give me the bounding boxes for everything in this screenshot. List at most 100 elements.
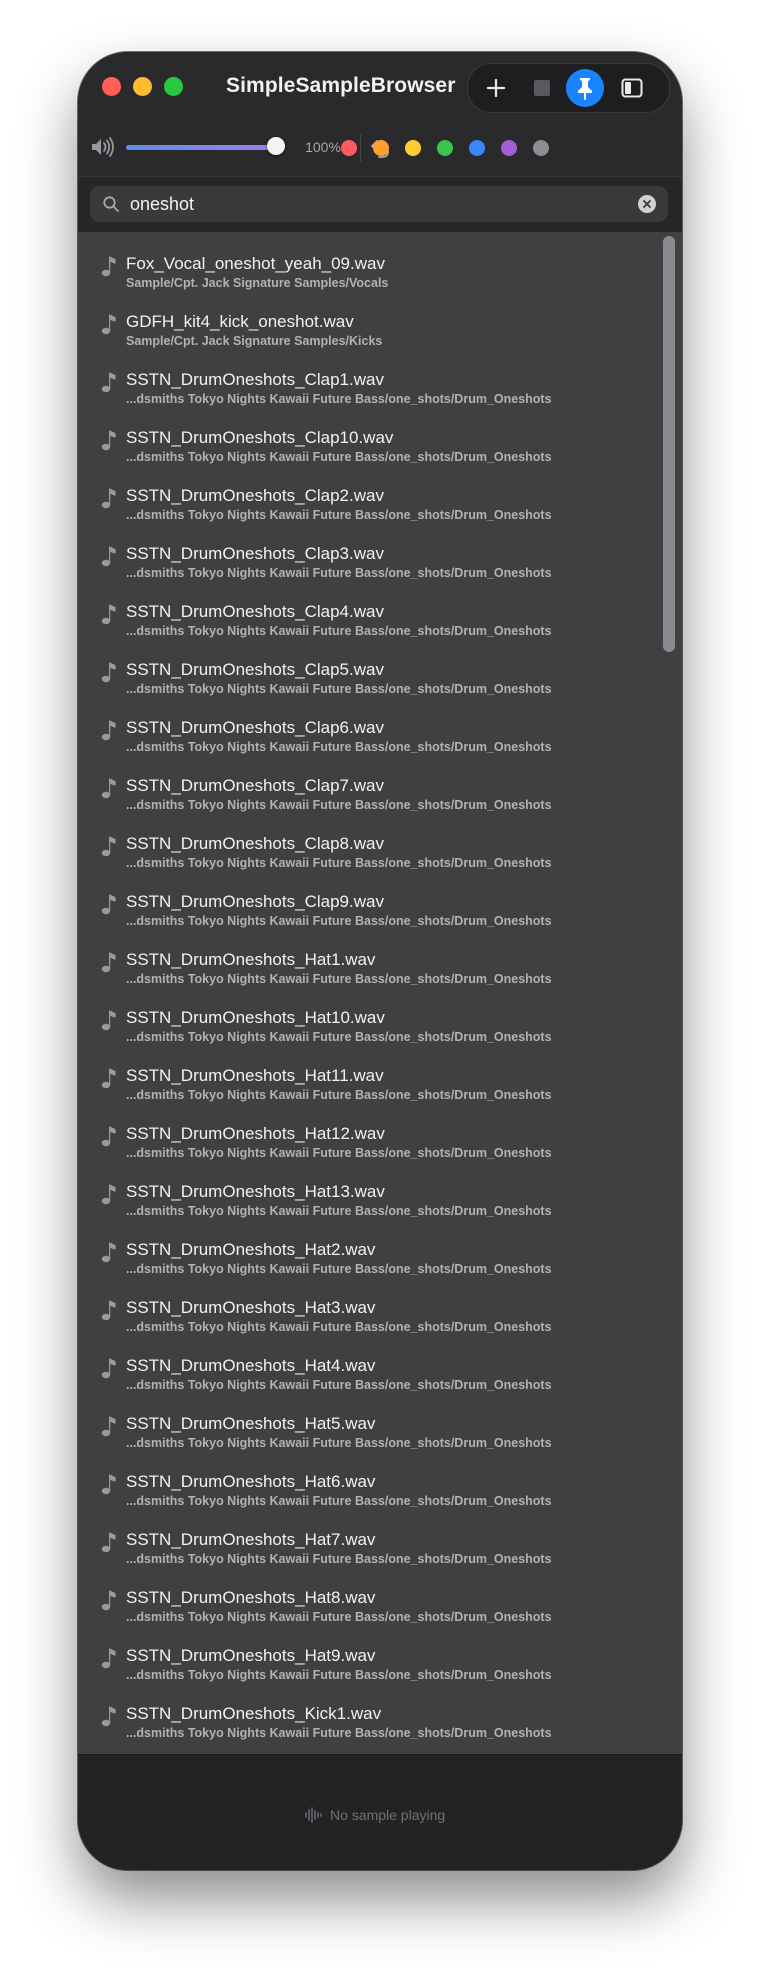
sample-name: SSTN_DrumOneshots_Clap5.wav xyxy=(126,660,384,679)
sample-row[interactable]: SSTN_DrumOneshots_Hat12.wav ...dsmiths To… xyxy=(78,1108,658,1166)
close-window-button[interactable] xyxy=(102,77,121,96)
sample-row[interactable]: SSTN_DrumOneshots_Clap4.wav ...dsmiths To… xyxy=(78,586,658,644)
sample-path: ...dsmiths Tokyo Nights Kawaii Future Ba… xyxy=(126,856,552,870)
sample-name: SSTN_DrumOneshots_Hat11.wav xyxy=(126,1066,384,1085)
sample-name: SSTN_DrumOneshots_Clap3.wav xyxy=(126,544,384,563)
volume-slider[interactable] xyxy=(126,145,274,150)
color-filter-dot[interactable] xyxy=(405,140,421,156)
sample-row[interactable]: SSTN_DrumOneshots_Hat13.wav ...dsmiths To… xyxy=(78,1166,658,1224)
volume-slider-knob[interactable] xyxy=(267,137,285,155)
color-filter-dot[interactable] xyxy=(501,140,517,156)
sample-row[interactable]: Fox_Vocal_oneshot_yeah_09.wav Sample/Cpt.… xyxy=(78,238,658,296)
music-note-icon xyxy=(101,720,116,741)
sample-row[interactable]: SSTN_DrumOneshots_Hat5.wav ...dsmiths Tok… xyxy=(78,1398,658,1456)
sample-name: SSTN_DrumOneshots_Clap10.wav xyxy=(126,428,394,447)
stop-button[interactable] xyxy=(524,70,560,106)
sample-path: ...dsmiths Tokyo Nights Kawaii Future Ba… xyxy=(126,972,552,986)
plus-icon xyxy=(486,78,506,98)
sample-row[interactable]: SSTN_DrumOneshots_Clap9.wav ...dsmiths To… xyxy=(78,876,658,934)
zoom-window-button[interactable] xyxy=(164,77,183,96)
sample-row[interactable]: SSTN_DrumOneshots_Clap8.wav ...dsmiths To… xyxy=(78,818,658,876)
player-status: No sample playing xyxy=(330,1807,446,1823)
minimize-window-button[interactable] xyxy=(133,77,152,96)
sample-name: SSTN_DrumOneshots_Hat9.wav xyxy=(126,1646,376,1665)
sample-name: SSTN_DrumOneshots_Clap2.wav xyxy=(126,486,384,505)
sample-row[interactable]: SSTN_DrumOneshots_Clap3.wav ...dsmiths To… xyxy=(78,528,658,586)
sample-path: ...dsmiths Tokyo Nights Kawaii Future Ba… xyxy=(126,1320,552,1334)
music-note-icon xyxy=(101,1474,116,1495)
playback-controls: 100% xyxy=(78,120,682,176)
pin-icon xyxy=(578,78,592,100)
app-title: SimpleSampleBrowser xyxy=(226,74,456,97)
music-note-icon xyxy=(101,372,116,393)
sample-row[interactable]: SSTN_DrumOneshots_Hat1.wav ...dsmiths Tok… xyxy=(78,934,658,992)
sample-row[interactable]: SSTN_DrumOneshots_Hat9.wav ...dsmiths Tok… xyxy=(78,1630,658,1688)
volume-slider-fill xyxy=(126,145,274,150)
sample-row[interactable]: SSTN_DrumOneshots_Clap6.wav ...dsmiths To… xyxy=(78,702,658,760)
search-input[interactable] xyxy=(130,191,590,217)
search-box[interactable] xyxy=(90,186,668,222)
sample-row[interactable]: SSTN_DrumOneshots_Hat4.wav ...dsmiths Tok… xyxy=(78,1340,658,1398)
music-note-icon xyxy=(101,1242,116,1263)
sidebar-icon xyxy=(621,78,643,98)
add-folder-button[interactable] xyxy=(478,70,514,106)
sample-path: ...dsmiths Tokyo Nights Kawaii Future Ba… xyxy=(126,624,552,638)
sample-name: SSTN_DrumOneshots_Hat6.wav xyxy=(126,1472,376,1491)
color-filter-dot[interactable] xyxy=(437,140,453,156)
sample-path: ...dsmiths Tokyo Nights Kawaii Future Ba… xyxy=(126,1494,552,1508)
sample-row[interactable]: SSTN_DrumOneshots_Hat6.wav ...dsmiths Tok… xyxy=(78,1456,658,1514)
music-note-icon xyxy=(101,1068,116,1089)
music-note-icon xyxy=(101,778,116,799)
sample-path: ...dsmiths Tokyo Nights Kawaii Future Ba… xyxy=(126,740,552,754)
sample-path: ...dsmiths Tokyo Nights Kawaii Future Ba… xyxy=(126,1610,552,1624)
sample-row[interactable]: SSTN_DrumOneshots_Hat8.wav ...dsmiths Tok… xyxy=(78,1572,658,1630)
sample-name: SSTN_DrumOneshots_Clap8.wav xyxy=(126,834,384,853)
sample-path: ...dsmiths Tokyo Nights Kawaii Future Ba… xyxy=(126,1262,552,1276)
music-note-icon xyxy=(101,1300,116,1321)
toggle-sidebar-button[interactable] xyxy=(614,70,650,106)
music-note-icon xyxy=(101,1184,116,1205)
sample-row[interactable]: SSTN_DrumOneshots_Clap2.wav ...dsmiths To… xyxy=(78,470,658,528)
music-note-icon xyxy=(101,430,116,451)
sample-row[interactable]: SSTN_DrumOneshots_Clap5.wav ...dsmiths To… xyxy=(78,644,658,702)
clear-search-button[interactable] xyxy=(638,195,656,213)
music-note-icon xyxy=(101,894,116,915)
sample-path: ...dsmiths Tokyo Nights Kawaii Future Ba… xyxy=(126,1436,552,1450)
sample-path: Sample/Cpt. Jack Signature Samples/Vocal… xyxy=(126,276,389,290)
sample-path: ...dsmiths Tokyo Nights Kawaii Future Ba… xyxy=(126,682,552,696)
app-window: SimpleSampleBrowser 100% oneshot Fox_Voc… xyxy=(78,52,682,1870)
color-filter-dot[interactable] xyxy=(373,140,389,156)
sample-path: ...dsmiths Tokyo Nights Kawaii Future Ba… xyxy=(126,914,552,928)
sample-row[interactable]: SSTN_DrumOneshots_Hat2.wav ...dsmiths Tok… xyxy=(78,1224,658,1282)
sample-name: SSTN_DrumOneshots_Clap4.wav xyxy=(126,602,384,621)
sample-path: ...dsmiths Tokyo Nights Kawaii Future Ba… xyxy=(126,1552,552,1566)
sample-path: ...dsmiths Tokyo Nights Kawaii Future Ba… xyxy=(126,566,552,580)
controls-divider xyxy=(360,134,361,162)
sample-row[interactable]: GDFH_kit4_kick_oneshot.wav Sample/Cpt. Ja… xyxy=(78,296,658,354)
sample-row[interactable]: SSTN_DrumOneshots_Clap10.wav ...dsmiths T… xyxy=(78,412,658,470)
sample-name: SSTN_DrumOneshots_Hat7.wav xyxy=(126,1530,376,1549)
stop-icon xyxy=(534,80,550,96)
music-note-icon xyxy=(101,1648,116,1669)
sample-row[interactable]: SSTN_DrumOneshots_Clap7.wav ...dsmiths To… xyxy=(78,760,658,818)
sample-row[interactable]: SSTN_DrumOneshots_Hat3.wav ...dsmiths Tok… xyxy=(78,1282,658,1340)
sample-row[interactable]: SSTN_DrumOneshots_Hat10.wav ...dsmiths To… xyxy=(78,992,658,1050)
speaker-icon xyxy=(92,137,114,157)
color-filter-dot[interactable] xyxy=(341,140,357,156)
color-filter-dot[interactable] xyxy=(533,140,549,156)
music-note-icon xyxy=(101,836,116,857)
sample-row[interactable]: SSTN_DrumOneshots_Hat11.wav ...dsmiths To… xyxy=(78,1050,658,1108)
color-filter-dot[interactable] xyxy=(469,140,485,156)
sample-name: SSTN_DrumOneshots_Hat10.wav xyxy=(126,1008,385,1027)
music-note-icon xyxy=(101,1706,116,1727)
pin-button[interactable] xyxy=(566,69,604,107)
sample-path: ...dsmiths Tokyo Nights Kawaii Future Ba… xyxy=(126,392,552,406)
sample-path: ...dsmiths Tokyo Nights Kawaii Future Ba… xyxy=(126,1204,552,1218)
clear-icon xyxy=(643,200,651,208)
sample-row[interactable]: SSTN_DrumOneshots_Clap1.wav ...dsmiths To… xyxy=(78,354,658,412)
sample-row[interactable]: SSTN_DrumOneshots_Kick1.wav ...dsmiths To… xyxy=(78,1688,658,1746)
music-note-icon xyxy=(101,314,116,335)
list-scrollbar[interactable] xyxy=(663,236,675,652)
sample-row[interactable]: SSTN_DrumOneshots_Hat7.wav ...dsmiths Tok… xyxy=(78,1514,658,1572)
sample-name: SSTN_DrumOneshots_Kick1.wav xyxy=(126,1704,382,1723)
